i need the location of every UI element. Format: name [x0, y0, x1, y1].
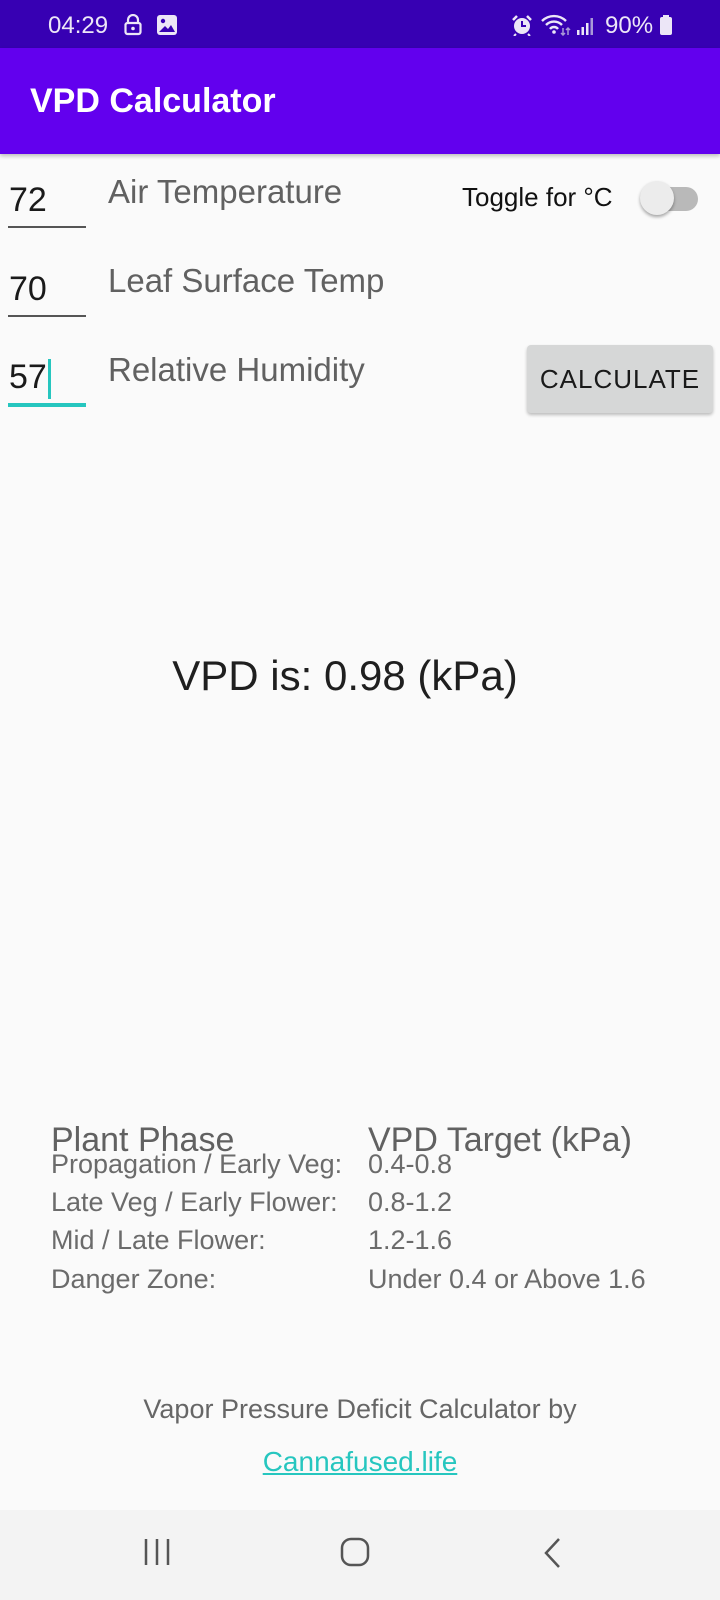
status-time: 04:29: [48, 12, 109, 39]
leaf-surface-temp-value: 70: [9, 270, 47, 308]
app-bar: VPD Calculator: [0, 48, 720, 154]
wifi-icon: [540, 14, 572, 41]
recent-apps-icon[interactable]: [143, 1537, 173, 1572]
celsius-toggle-label: Toggle for °C: [462, 182, 613, 212]
alarm-icon: [511, 14, 533, 41]
phase-cell: Propagation / Early Veg:: [51, 1149, 343, 1179]
target-cell: Under 0.4 or Above 1.6: [368, 1264, 646, 1294]
air-temperature-label: Air Temperature: [108, 173, 343, 210]
vpd-result-text: VPD is: 0.98 (kPa): [172, 652, 518, 699]
text-cursor: [48, 359, 51, 399]
target-cell: 0.8-1.2: [368, 1187, 453, 1217]
relative-humidity-input[interactable]: 57: [8, 347, 86, 407]
phase-cell: Mid / Late Flower:: [51, 1225, 266, 1255]
phase-cell: Late Veg / Early Flower:: [51, 1187, 338, 1217]
calculate-button[interactable]: CALCULATE: [527, 345, 713, 413]
home-icon[interactable]: [340, 1537, 370, 1572]
navigation-bar: [0, 1510, 720, 1600]
back-icon[interactable]: [541, 1537, 565, 1574]
vpd-result: VPD is: 0.98 (kPa): [0, 652, 720, 700]
footer-link-row: Cannafused.life: [0, 1446, 720, 1478]
lock-icon: [124, 13, 142, 41]
cannafused-link[interactable]: Cannafused.life: [263, 1446, 458, 1477]
leaf-surface-temp-label: Leaf Surface Temp: [108, 262, 385, 299]
status-bar: 04:29 90%: [0, 0, 720, 48]
battery-icon: [659, 14, 673, 41]
battery-percent: 90%: [605, 12, 654, 39]
air-temperature-input[interactable]: 72: [8, 170, 86, 228]
signal-icon: [576, 14, 596, 41]
footer-credit: Vapor Pressure Deficit Calculator by: [0, 1394, 720, 1425]
relative-humidity-value: 57: [9, 358, 47, 396]
target-cell: 1.2-1.6: [368, 1225, 453, 1255]
switch-thumb: [640, 181, 674, 215]
air-temperature-value: 72: [9, 181, 47, 219]
target-cell: 0.4-0.8: [368, 1149, 453, 1179]
image-icon: [156, 14, 178, 41]
footer-text: Vapor Pressure Deficit Calculator by: [143, 1394, 577, 1424]
app-title: VPD Calculator: [30, 82, 276, 120]
celsius-toggle-switch[interactable]: [640, 181, 700, 215]
phase-cell: Danger Zone:: [51, 1264, 217, 1294]
relative-humidity-label: Relative Humidity: [108, 351, 365, 388]
leaf-surface-temp-input[interactable]: 70: [8, 259, 86, 317]
